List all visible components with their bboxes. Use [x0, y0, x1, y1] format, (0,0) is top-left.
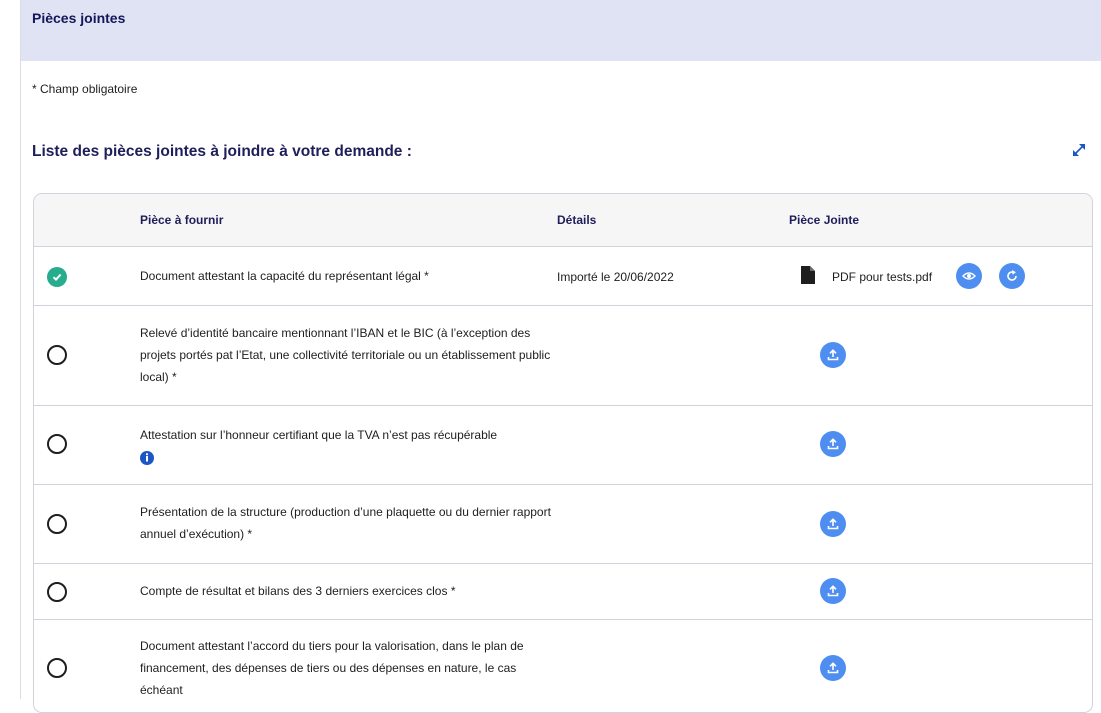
piece-label: Document attestant l’accord du tiers pou…: [140, 639, 524, 697]
empty-circle-icon: [47, 434, 67, 454]
piece-label: Relevé d’identité bancaire mentionnant l…: [140, 326, 551, 384]
column-header-attachment: Pièce Jointe: [789, 213, 860, 227]
empty-circle-icon: [47, 514, 67, 534]
empty-circle-icon: [47, 582, 67, 602]
table-row: Document attestant l’accord du tiers pou…: [34, 620, 1092, 712]
check-circle-icon: [47, 267, 67, 287]
section-title: Pièces jointes: [32, 10, 126, 26]
piece-label: Attestation sur l’honneur certifiant que…: [140, 428, 498, 442]
upload-icon[interactable]: [820, 655, 846, 681]
upload-icon[interactable]: [820, 578, 846, 604]
section-header: Pièces jointes: [21, 0, 1101, 61]
column-header-piece: Pièce à fournir: [140, 213, 224, 227]
empty-circle-icon: [47, 345, 67, 365]
piece-label: Présentation de la structure (production…: [140, 505, 551, 541]
table-row: Document attestant la capacité du représ…: [34, 247, 1092, 306]
piece-cell: Attestation sur l’honneur certifiant que…: [140, 424, 560, 468]
table-row: Relevé d’identité bancaire mentionnant l…: [34, 306, 1092, 406]
attachments-panel: Pièces jointes * Champ obligatoire Liste…: [20, 0, 1101, 713]
piece-label: Compte de résultat et bilans des 3 derni…: [140, 584, 456, 598]
eye-icon[interactable]: [956, 263, 982, 289]
expand-icon[interactable]: [1071, 142, 1087, 158]
refresh-icon[interactable]: [999, 263, 1025, 289]
info-icon[interactable]: [140, 450, 154, 465]
table-header: Pièce à fournir Détails Pièce Jointe: [34, 194, 1092, 247]
required-field-note: * Champ obligatoire: [32, 82, 138, 96]
column-header-details: Détails: [557, 213, 597, 227]
table-row: Attestation sur l’honneur certifiant que…: [34, 406, 1092, 485]
table-row: Compte de résultat et bilans des 3 derni…: [34, 564, 1092, 620]
list-title: Liste des pièces jointes à joindre à vot…: [32, 143, 412, 160]
upload-icon[interactable]: [820, 342, 846, 368]
empty-circle-icon: [47, 658, 67, 678]
upload-icon[interactable]: [820, 511, 846, 537]
attachments-table: Pièce à fournir Détails Pièce Jointe Doc…: [33, 193, 1093, 713]
attached-file-name[interactable]: PDF pour tests.pdf: [832, 270, 932, 284]
table-row: Présentation de la structure (production…: [34, 485, 1092, 564]
piece-label: Document attestant la capacité du représ…: [140, 269, 429, 283]
upload-icon[interactable]: [820, 431, 846, 457]
import-date: Importé le 20/06/2022: [557, 270, 674, 284]
file-icon: [801, 266, 815, 284]
